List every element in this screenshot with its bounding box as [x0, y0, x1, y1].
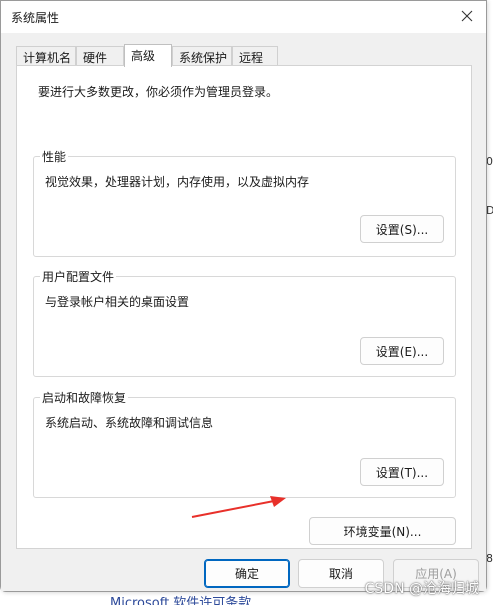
admin-notice: 要进行大多数更改，你必须作为管理员登录。 [38, 85, 279, 99]
csdn-watermark: CSDN @沧海归城 [364, 581, 479, 597]
red-arrow-annotation [191, 496, 286, 518]
performance-settings-button[interactable]: 设置(S)... [360, 215, 444, 243]
environment-variables-button[interactable]: 环境变量(N)... [309, 517, 456, 545]
startup-recovery-group: 启动和故障恢复 系统启动、系统故障和调试信息 设置(T)... [33, 389, 456, 498]
tab-system-protection[interactable]: 系统保护 [172, 46, 232, 66]
user-profiles-description: 与登录帐户相关的桌面设置 [45, 295, 190, 309]
advanced-tab-panel: 要进行大多数更改，你必须作为管理员登录。 性能 视觉效果，处理器计划，内存使用，… [16, 65, 472, 549]
background-text: Microsoft 软件许可条款 [110, 596, 252, 605]
window-title: 系统属性 [11, 11, 60, 25]
user-profiles-group: 用户配置文件 与登录帐户相关的桌面设置 设置(E)... [33, 268, 456, 377]
ok-button[interactable]: 确定 [204, 559, 290, 588]
performance-group: 性能 视觉效果，处理器计划，内存使用，以及虚拟内存 设置(S)... [33, 148, 456, 257]
tab-remote[interactable]: 远程 [232, 46, 278, 66]
tab-hardware[interactable]: 硬件 [76, 46, 124, 66]
startup-recovery-title: 启动和故障恢复 [40, 389, 129, 406]
user-profiles-settings-button[interactable]: 设置(E)... [360, 337, 444, 365]
tab-advanced[interactable]: 高级 [124, 44, 172, 67]
close-icon [461, 10, 473, 22]
user-profiles-title: 用户配置文件 [40, 268, 117, 285]
startup-recovery-description: 系统启动、系统故障和调试信息 [45, 416, 214, 430]
background-window-edge [486, 0, 493, 605]
background-char: D [486, 204, 493, 217]
background-char: 8 [486, 552, 493, 565]
performance-title: 性能 [40, 148, 69, 165]
startup-recovery-settings-button[interactable]: 设置(T)... [360, 458, 444, 486]
title-bar[interactable]: 系统属性 [1, 1, 486, 33]
close-button[interactable] [452, 3, 482, 29]
background-char: 0 [486, 155, 493, 168]
tab-computer-name[interactable]: 计算机名 [16, 46, 76, 66]
performance-description: 视觉效果，处理器计划，内存使用，以及虚拟内存 [45, 175, 310, 189]
